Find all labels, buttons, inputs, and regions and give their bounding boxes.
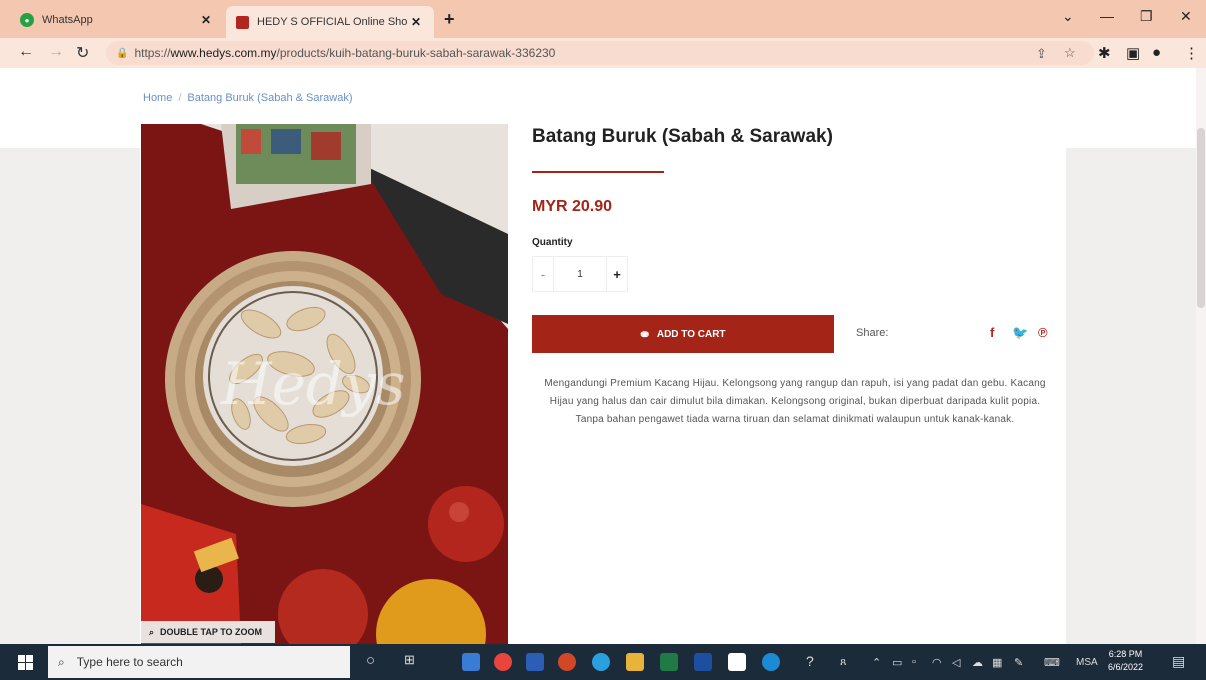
url-domain: www.hedys.com.my [170,46,277,60]
notification-icon[interactable]: ▤ [1172,653,1185,670]
pen-icon[interactable]: ✎ [1014,656,1023,669]
volume-icon[interactable]: ◁ [952,656,960,669]
language-indicator[interactable]: MSA [1076,657,1098,668]
vscode-icon[interactable] [694,653,712,671]
task-view-icon[interactable]: ⊞ [404,652,415,668]
chrome-icon[interactable] [494,653,512,671]
minimize-button[interactable]: — [1100,8,1114,24]
touch-keyboard-icon[interactable]: ⌨ [1044,656,1060,669]
word-icon[interactable] [526,653,544,671]
close-icon[interactable]: ✕ [198,13,214,27]
title-divider [532,171,664,173]
share-label: Share: [856,327,889,339]
tab-whatsapp[interactable]: ● WhatsApp ✕ [10,6,224,34]
close-icon[interactable]: ✕ [408,15,424,29]
page-scrollbar[interactable] [1196,68,1206,644]
quantity-input[interactable] [553,257,607,291]
help-icon[interactable]: ? [806,653,814,669]
tray-app-icon[interactable]: ▦ [992,656,1002,669]
zoom-label-text: DOUBLE TAP TO ZOOM [160,627,263,637]
quantity-increase-button[interactable]: + [607,267,627,282]
onedrive-icon[interactable]: ☁ [972,656,983,669]
back-button[interactable]: ← [18,43,34,61]
address-bar[interactable]: 🔒 https:// www.hedys.com.my /products/ku… [106,41,1094,65]
edge-icon[interactable] [762,653,780,671]
scrollbar-thumb[interactable] [1197,128,1205,308]
file-explorer-icon[interactable] [626,653,644,671]
twitter-icon[interactable]: 🐦 [1012,325,1028,341]
kebab-menu-icon[interactable]: ⋮ [1184,44,1199,62]
page-left-margin [0,148,140,644]
tab-hedys[interactable]: HEDY S OFFICIAL Online Shopp ✕ [226,6,434,38]
restore-button[interactable]: ❐ [1140,8,1153,25]
sidepanel-icon[interactable]: ▣ [1126,44,1140,62]
add-to-cart-label: ADD TO CART [656,328,726,340]
reload-button[interactable]: ↻ [76,43,89,63]
share-icon[interactable]: ⇪ [1036,46,1047,62]
hedys-favicon-icon [236,15,249,29]
breadcrumb-current[interactable]: Batang Buruk (Sabah & Sarawak) [187,92,352,104]
lock-icon: 🔒 [116,47,129,59]
system-clock[interactable]: 6:28 PM 6/6/2022 [1108,648,1143,674]
quantity-decrease-button[interactable]: - [533,267,553,282]
pinterest-icon[interactable]: ℗ [1038,325,1048,340]
product-title: Batang Buruk (Sabah & Sarawak) [532,126,833,147]
product-price: MYR 20.90 [532,198,613,215]
browser-toolbar: ← → ↻ 🔒 https:// www.hedys.com.my /produ… [0,38,1206,68]
avatar[interactable]: ● [1152,44,1161,61]
new-tab-button[interactable]: + [444,9,455,30]
breadcrumb-home[interactable]: Home [143,92,172,104]
web-page: Home / Batang Buruk (Sabah & Sarawak) He… [0,68,1206,644]
clock-date: 6/6/2022 [1108,662,1144,672]
search-icon: ⌕ [58,654,65,669]
keyboard-layout-icon[interactable] [728,653,746,671]
zoom-hint[interactable]: ⌕ DOUBLE TAP TO ZOOM [141,621,275,643]
magnifier-icon: ⌕ [149,626,155,637]
clock-time: 6:28 PM [1108,649,1143,659]
tab-title: WhatsApp [42,14,93,26]
url-path: /products/kuih-batang-buruk-sabah-sarawa… [276,46,556,60]
store-icon[interactable] [462,653,480,671]
cart-icon: ⛂ [640,328,649,340]
people-icon[interactable]: ጸ [840,656,846,669]
star-icon[interactable]: ☆ [1064,45,1076,61]
taskbar-search-placeholder: Type here to search [76,655,183,669]
add-to-cart-button[interactable]: ⛂ ADD TO CART [532,315,834,353]
browser-tab-strip: ● WhatsApp ✕ HEDY S OFFICIAL Online Shop… [0,0,1206,38]
product-photo-illustration: Hedys [141,124,508,644]
facebook-icon[interactable]: f [990,325,994,340]
battery-icon[interactable]: ▭ [892,656,902,669]
wifi-icon[interactable]: ◠ [932,656,942,669]
taskbar-search-input[interactable]: ⌕ Type here to search [48,646,350,678]
windows-taskbar: ⌕ Type here to search ○ ⊞ ? ጸ ⌃ ▭ ▫ ◠ ◁ … [0,644,1206,680]
quantity-label: Quantity [532,237,573,248]
powerpoint-icon[interactable] [558,653,576,671]
windows-start-icon[interactable] [18,655,33,670]
breadcrumb-separator: / [178,92,182,104]
image-watermark-text: Hedys [220,350,406,418]
tab-title: HEDY S OFFICIAL Online Shopp [257,16,408,28]
puzzle-icon[interactable]: ✱ [1098,44,1111,62]
chevron-down-icon[interactable]: ⌄ [1062,8,1074,25]
quantity-stepper: - + [532,256,628,292]
page-right-margin [1066,148,1196,644]
cortana-icon[interactable]: ○ [366,652,375,669]
telegram-icon[interactable] [592,653,610,671]
breadcrumb: Home / Batang Buruk (Sabah & Sarawak) [143,92,353,104]
chevron-up-icon[interactable]: ⌃ [872,656,881,669]
excel-icon[interactable] [660,653,678,671]
product-image[interactable]: Hedys [141,124,508,644]
close-window-button[interactable]: ✕ [1180,8,1192,25]
forward-button[interactable]: → [48,43,64,61]
url-prefix: https:// [134,46,171,60]
whatsapp-icon: ● [20,13,34,27]
meet-icon[interactable]: ▫ [912,656,916,668]
product-description: Mengandungi Premium Kacang Hijau. Kelong… [544,378,1046,425]
